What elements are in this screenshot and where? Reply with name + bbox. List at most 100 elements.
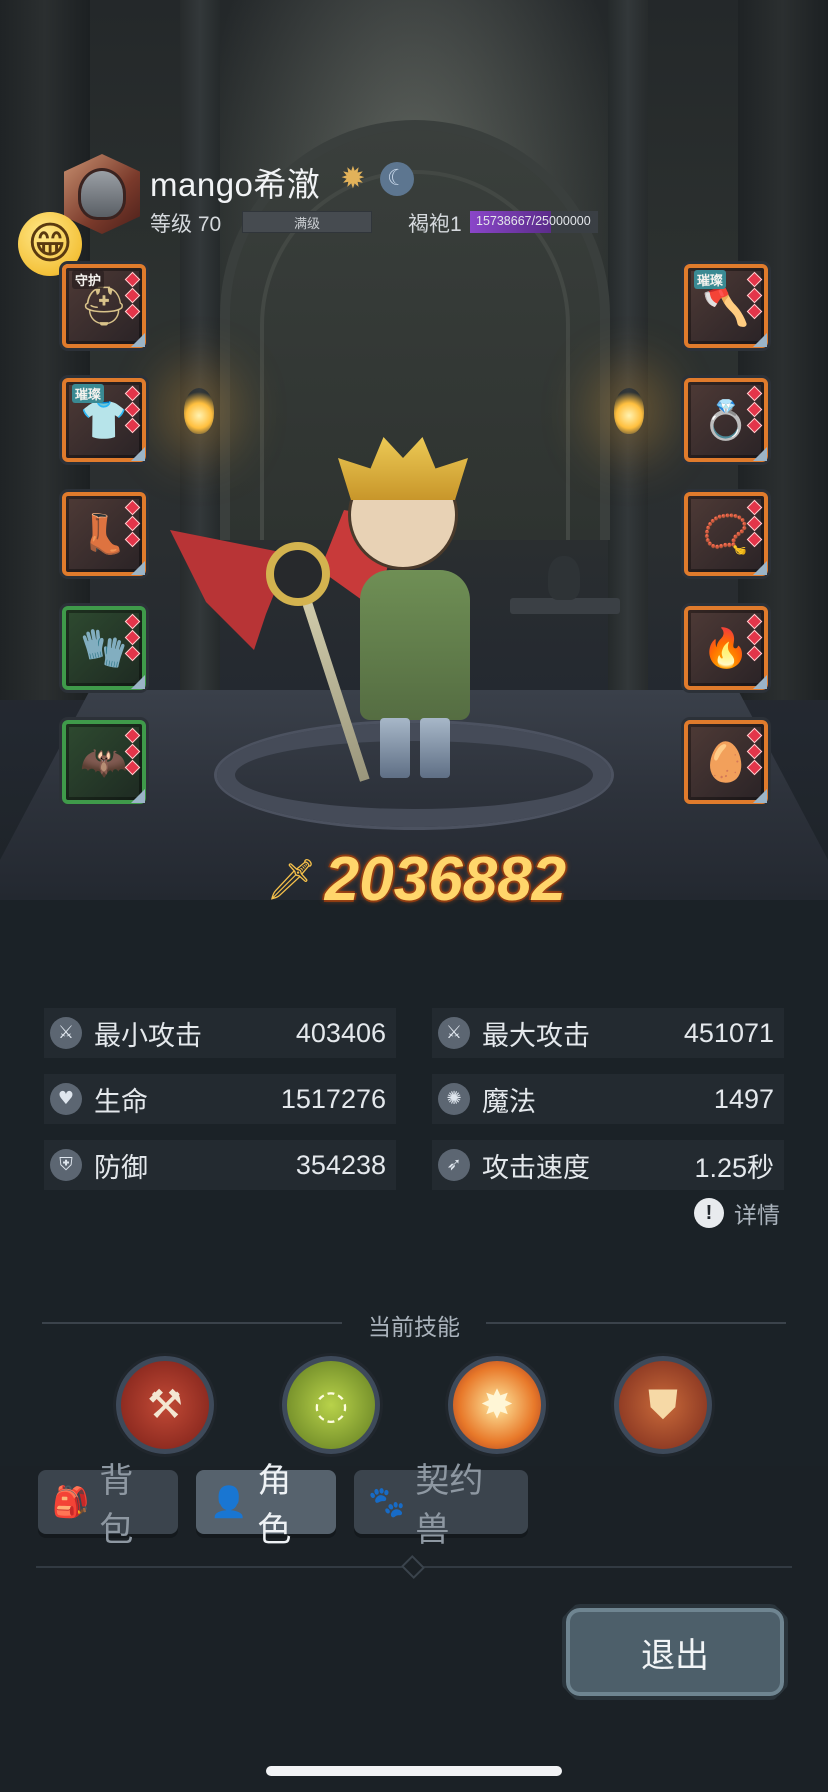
stat-row: ➶ 攻击速度 1.25秒 xyxy=(432,1140,784,1190)
gauntlet-icon: 🧤 xyxy=(80,626,128,670)
hero-helmet xyxy=(338,437,468,500)
pet-egg-icon: 🥚 xyxy=(702,740,750,784)
slot-corner xyxy=(131,675,145,689)
magic-swirl-icon: ✺ xyxy=(438,1083,470,1115)
sword-icon: ⚔ xyxy=(438,1017,470,1049)
avatar-helmet xyxy=(78,168,126,220)
combat-power-value: 2036882 xyxy=(324,844,567,914)
axe-hub xyxy=(266,542,330,606)
level-label: 等级 70 xyxy=(150,213,222,236)
stat-label: 最大攻击 xyxy=(482,1020,590,1051)
equipment-slot-left[interactable]: 👢 xyxy=(62,492,146,576)
tab-paw[interactable]: 🐾 契约兽 xyxy=(354,1462,528,1549)
helmet-icon: ⛑ xyxy=(79,284,129,328)
paw-icon: 🐾 xyxy=(368,1484,406,1520)
axe-staff xyxy=(298,588,370,782)
tab-label: 背包 xyxy=(99,1462,134,1549)
stat-row: ⚔ 最大攻击 451071 xyxy=(432,1008,784,1058)
slot-corner xyxy=(753,789,767,803)
info-exclamation-icon: ! xyxy=(694,1198,724,1228)
slot-corner xyxy=(753,675,767,689)
equipment-slot-right[interactable]: 🥚 xyxy=(684,720,768,804)
equipment-slot-left[interactable]: 🦇 xyxy=(62,720,146,804)
vase xyxy=(548,556,580,600)
ring-icon: 💍 xyxy=(702,398,750,442)
tab-bag[interactable]: 🎒 背包 xyxy=(38,1462,178,1549)
slot-corner xyxy=(131,789,145,803)
character-icon: 👤 xyxy=(210,1484,248,1520)
poison-bubbles-icon[interactable]: ◌ xyxy=(282,1356,380,1454)
hero-leg-right xyxy=(420,718,450,778)
moon-badge-icon[interactable]: ☾ xyxy=(380,162,414,196)
stat-value: 1517276 xyxy=(280,1083,386,1114)
equipment-slot-left[interactable]: 守护 ⛑ xyxy=(62,264,146,348)
equipment-slot-left[interactable]: 🧤 xyxy=(62,606,146,690)
stat-value: 403406 xyxy=(295,1017,386,1048)
skills-header: 当前技能 xyxy=(42,1306,786,1340)
pillar-inner-right xyxy=(608,0,648,700)
hero-character xyxy=(170,430,540,790)
exit-label: 退出 xyxy=(641,1636,709,1675)
divider-right xyxy=(486,1322,786,1324)
guard-shield-icon[interactable]: ⛊ xyxy=(614,1356,712,1454)
stat-label: 生命 xyxy=(94,1086,148,1117)
tab-character[interactable]: 👤 角色 xyxy=(196,1462,336,1549)
details-link[interactable]: ! 详情 xyxy=(694,1196,780,1230)
equipment-slot-right[interactable]: 🔥 xyxy=(684,606,768,690)
equipment-slot-left[interactable]: 璀璨 👕 xyxy=(62,378,146,462)
level-bar-text: 满级 xyxy=(293,215,320,231)
explosion-icon[interactable]: ✸ xyxy=(448,1356,546,1454)
sword-power-icon: 🗡 xyxy=(266,856,317,903)
stat-row: ⛨ 防御 354238 xyxy=(44,1140,396,1190)
equipment-slot-right[interactable]: 💍 xyxy=(684,378,768,462)
stat-value: 1497 xyxy=(713,1083,774,1114)
flame-charm-icon: 🔥 xyxy=(702,626,750,670)
speed-icon: ➶ xyxy=(438,1149,470,1181)
tab-label: 角色 xyxy=(257,1462,292,1549)
torch-right xyxy=(614,388,644,434)
sword-icon: ⚔ xyxy=(50,1017,82,1049)
hero-legs xyxy=(370,718,460,778)
slot-corner xyxy=(753,447,767,461)
stat-label: 攻击速度 xyxy=(482,1152,590,1183)
home-indicator[interactable] xyxy=(266,1766,562,1776)
stat-label: 魔法 xyxy=(482,1086,536,1117)
exit-button[interactable]: 退出 xyxy=(562,1604,788,1700)
slot-corner xyxy=(131,447,145,461)
details-label: 详情 xyxy=(734,1202,780,1228)
necklace-icon: 📿 xyxy=(702,512,750,556)
hero-tunic xyxy=(360,570,470,720)
stat-row: ♥ 生命 1517276 xyxy=(44,1074,396,1124)
equipment-tag: 守护 xyxy=(72,270,105,289)
rank-progress-text: 15738667/25000000 xyxy=(476,214,591,228)
stat-value: 354238 xyxy=(295,1149,386,1180)
level-progress-bar: 满级 xyxy=(242,211,372,233)
equipment-slot-right[interactable]: 璀璨 🪓 xyxy=(684,264,768,348)
equipment-tag: 璀璨 xyxy=(694,270,727,289)
shield-icon: ⛨ xyxy=(50,1149,82,1181)
tab-label: 契约兽 xyxy=(415,1462,484,1549)
boots-icon: 👢 xyxy=(80,512,128,556)
slot-corner xyxy=(753,333,767,347)
skills-title: 当前技能 xyxy=(368,1314,460,1340)
stat-label: 最小攻击 xyxy=(94,1020,202,1051)
combat-power: 🗡 2036882 xyxy=(266,844,567,914)
sun-badge-icon[interactable]: ✹ xyxy=(336,162,370,196)
rank-progress-bar: 15738667/25000000 xyxy=(470,211,598,233)
bag-icon: 🎒 xyxy=(52,1484,90,1520)
rank-label: 褐袍1 xyxy=(408,213,462,236)
hero-leg-left xyxy=(380,718,410,778)
stat-row: ⚔ 最小攻击 403406 xyxy=(44,1008,396,1058)
heart-icon: ♥ xyxy=(50,1083,82,1115)
crossed-axes-icon[interactable]: ⚒ xyxy=(116,1356,214,1454)
slot-corner xyxy=(131,333,145,347)
slot-corner xyxy=(753,561,767,575)
stat-value: 451071 xyxy=(683,1017,774,1048)
armor-icon: 👕 xyxy=(80,398,128,442)
axe-weapon-icon: 🪓 xyxy=(702,284,750,328)
stat-value: 1.25秒 xyxy=(694,1152,774,1183)
shoulder-icon: 🦇 xyxy=(80,740,128,784)
pillar-left xyxy=(0,0,90,700)
torch-left xyxy=(184,388,214,434)
equipment-slot-right[interactable]: 📿 xyxy=(684,492,768,576)
